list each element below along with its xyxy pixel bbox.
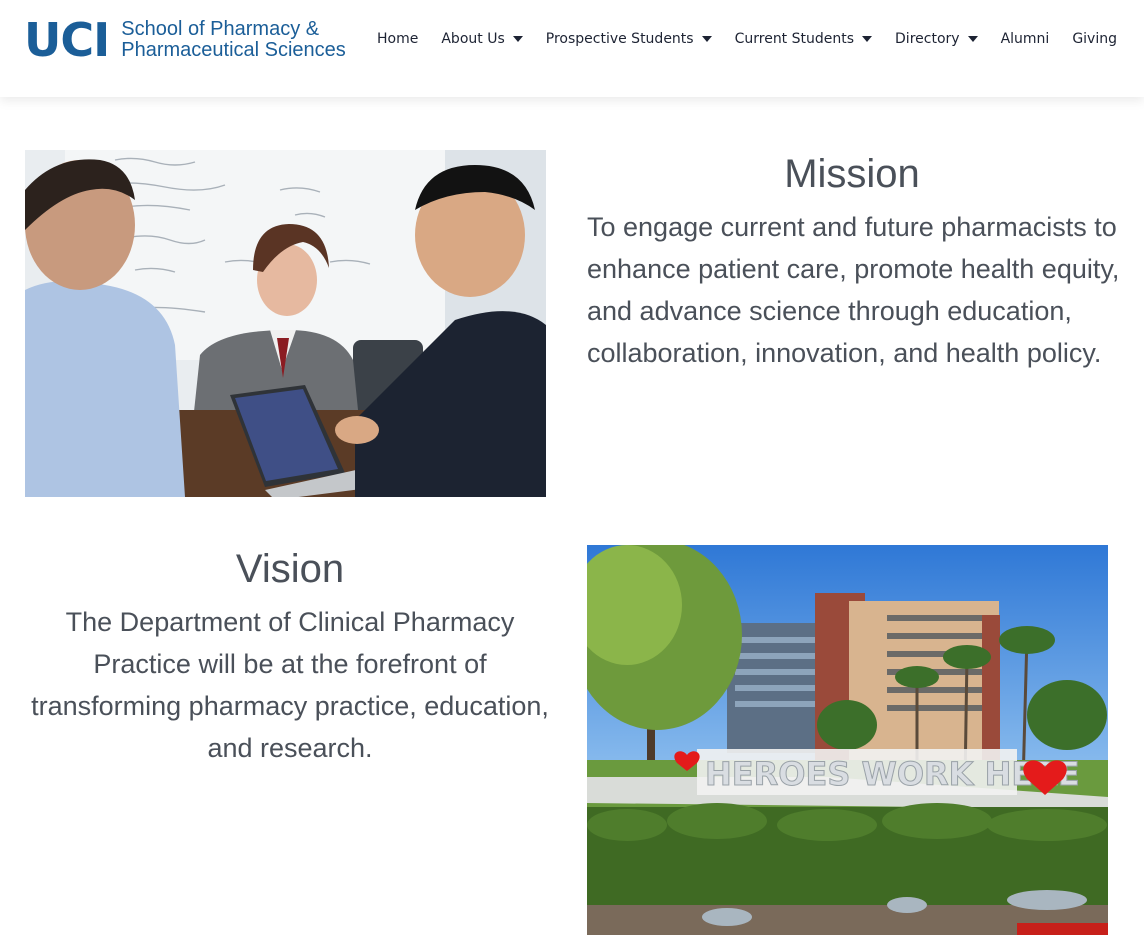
nav-home[interactable]: Home — [377, 31, 418, 47]
caret-down-icon — [701, 36, 712, 42]
site-logo[interactable]: UCI School of Pharmacy & Pharmaceutical … — [24, 13, 346, 67]
nav-label: Current Students — [734, 31, 855, 47]
nav-prospective-students[interactable]: Prospective Students — [546, 31, 712, 47]
nav-about-us[interactable]: About Us — [441, 31, 523, 47]
nav-label: Prospective Students — [545, 31, 694, 47]
main-nav: Home About Us Prospective Students Curre… — [377, 28, 1117, 50]
logo-mark: UCI — [24, 13, 110, 67]
mission-text: To engage current and future pharmacists… — [587, 212, 1120, 368]
vision-text: The Department of Clinical Pharmacy Prac… — [31, 607, 549, 763]
nav-label: Home — [377, 31, 419, 47]
vision-photo: HEROES WORK HERE — [587, 545, 1108, 935]
nav-label: Alumni — [1000, 31, 1050, 47]
nav-label: About Us — [441, 31, 505, 47]
nav-label: Directory — [895, 31, 960, 47]
logo-line-2: Pharmaceutical Sciences — [121, 39, 346, 61]
nav-directory[interactable]: Directory — [895, 31, 978, 47]
caret-down-icon — [967, 36, 978, 42]
logo-line-1: School of Pharmacy & — [121, 18, 320, 40]
heroes-sign-text: HEROES WORK HERE — [705, 755, 1080, 793]
caret-down-icon — [862, 36, 873, 42]
caret-down-icon — [512, 36, 523, 42]
mission-photo — [25, 150, 546, 497]
logo-subtitle: School of Pharmacy & Pharmaceutical Scie… — [121, 19, 346, 61]
mission-heading: Mission — [784, 152, 920, 196]
site-header: UCI School of Pharmacy & Pharmaceutical … — [0, 0, 1144, 97]
nav-label: Giving — [1072, 31, 1117, 47]
nav-alumni[interactable]: Alumni — [1001, 31, 1050, 47]
vision-heading: Vision — [235, 547, 345, 591]
nav-giving[interactable]: Giving — [1072, 31, 1117, 47]
nav-current-students[interactable]: Current Students — [734, 31, 873, 47]
